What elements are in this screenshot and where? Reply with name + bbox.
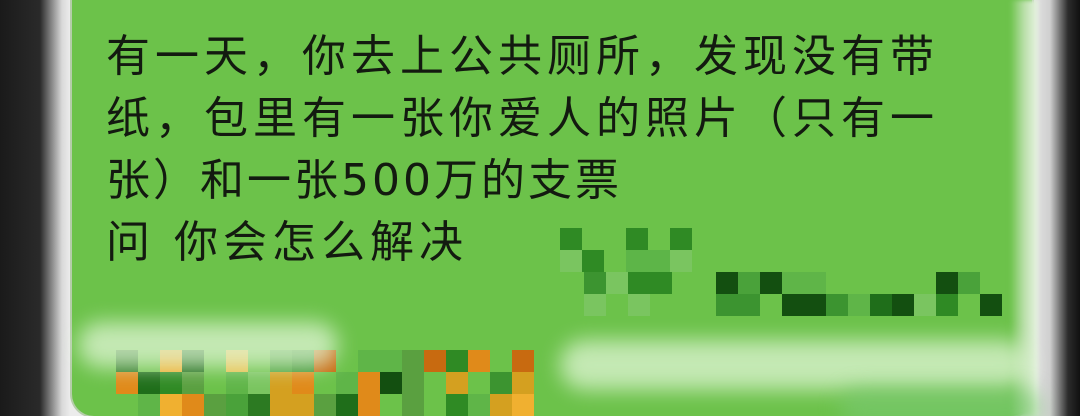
mosaic-pixel [204, 394, 226, 416]
mosaic-pixel [446, 394, 468, 416]
mosaic-pixel [782, 294, 804, 316]
mosaic-pixel [584, 272, 606, 294]
mosaic-pixel [446, 350, 468, 372]
mosaic-pixel [270, 372, 292, 394]
mosaic-pixel [248, 394, 270, 416]
mosaic-pixel [358, 372, 380, 394]
mosaic-pixel [606, 272, 628, 294]
mosaic-pixel [914, 294, 936, 316]
mosaic-pixel [160, 394, 182, 416]
mosaic-pixel [380, 372, 402, 394]
pixelated-region-top [560, 228, 692, 272]
message-line-3: 张）和一张500万的支票 [106, 155, 622, 206]
mosaic-pixel [138, 372, 160, 394]
mosaic-pixel [738, 272, 760, 294]
mosaic-pixel [402, 394, 424, 416]
mosaic-pixel [182, 372, 204, 394]
mosaic-pixel [182, 394, 204, 416]
mosaic-pixel [490, 372, 512, 394]
mosaic-pixel [648, 250, 670, 272]
mosaic-pixel [402, 350, 424, 372]
mosaic-pixel [936, 272, 958, 294]
screenshot-frame: 有一天，你去上公共厕所，发现没有带 纸，包里有一张你爱人的照片（只有一 张）和一… [0, 0, 1080, 416]
blurred-overlay-bottom-right [840, 388, 1040, 416]
mosaic-pixel [626, 250, 648, 272]
mosaic-pixel [226, 372, 248, 394]
mosaic-pixel [336, 394, 358, 416]
mosaic-pixel [336, 372, 358, 394]
blurred-overlay-right [560, 340, 1030, 390]
message-line-1: 有一天，你去上公共厕所，发现没有带 [106, 31, 939, 82]
mosaic-pixel [670, 228, 692, 250]
mosaic-pixel [490, 394, 512, 416]
mosaic-pixel [804, 294, 826, 316]
mosaic-pixel [358, 394, 380, 416]
message-line-2: 纸，包里有一张你爱人的照片（只有一 [106, 93, 939, 144]
mosaic-pixel [468, 394, 490, 416]
mosaic-pixel [512, 394, 534, 416]
mosaic-pixel [512, 372, 534, 394]
mosaic-pixel [892, 294, 914, 316]
mosaic-pixel [670, 250, 692, 272]
mosaic-pixel [160, 372, 182, 394]
mosaic-pixel [560, 228, 582, 250]
mosaic-pixel [716, 272, 738, 294]
mosaic-pixel [650, 272, 672, 294]
mosaic-pixel [314, 394, 336, 416]
mosaic-pixel [560, 250, 582, 272]
mosaic-pixel [402, 372, 424, 394]
mosaic-pixel [116, 372, 138, 394]
mosaic-pixel [380, 350, 402, 372]
mosaic-pixel [716, 294, 738, 316]
mosaic-pixel [958, 272, 980, 294]
mosaic-pixel [248, 372, 270, 394]
mosaic-pixel [468, 350, 490, 372]
mosaic-pixel [512, 350, 534, 372]
pixelated-region-right [584, 272, 1024, 316]
mosaic-pixel [628, 294, 650, 316]
mosaic-pixel [582, 250, 604, 272]
mosaic-pixel [292, 372, 314, 394]
mosaic-pixel [292, 394, 314, 416]
mosaic-pixel [804, 272, 826, 294]
mosaic-pixel [424, 350, 446, 372]
blurred-overlay-left [78, 322, 338, 368]
mosaic-pixel [270, 394, 292, 416]
mosaic-pixel [760, 272, 782, 294]
mosaic-pixel [870, 294, 892, 316]
mosaic-pixel [138, 394, 160, 416]
mosaic-pixel [628, 272, 650, 294]
mosaic-pixel [826, 294, 848, 316]
mosaic-pixel [980, 294, 1002, 316]
mosaic-pixel [446, 372, 468, 394]
mosaic-pixel [226, 394, 248, 416]
mosaic-pixel [782, 272, 804, 294]
mosaic-pixel [626, 228, 648, 250]
mosaic-pixel [936, 294, 958, 316]
mosaic-pixel [738, 294, 760, 316]
mosaic-pixel [848, 294, 870, 316]
mosaic-pixel [584, 294, 606, 316]
mosaic-pixel [358, 350, 380, 372]
